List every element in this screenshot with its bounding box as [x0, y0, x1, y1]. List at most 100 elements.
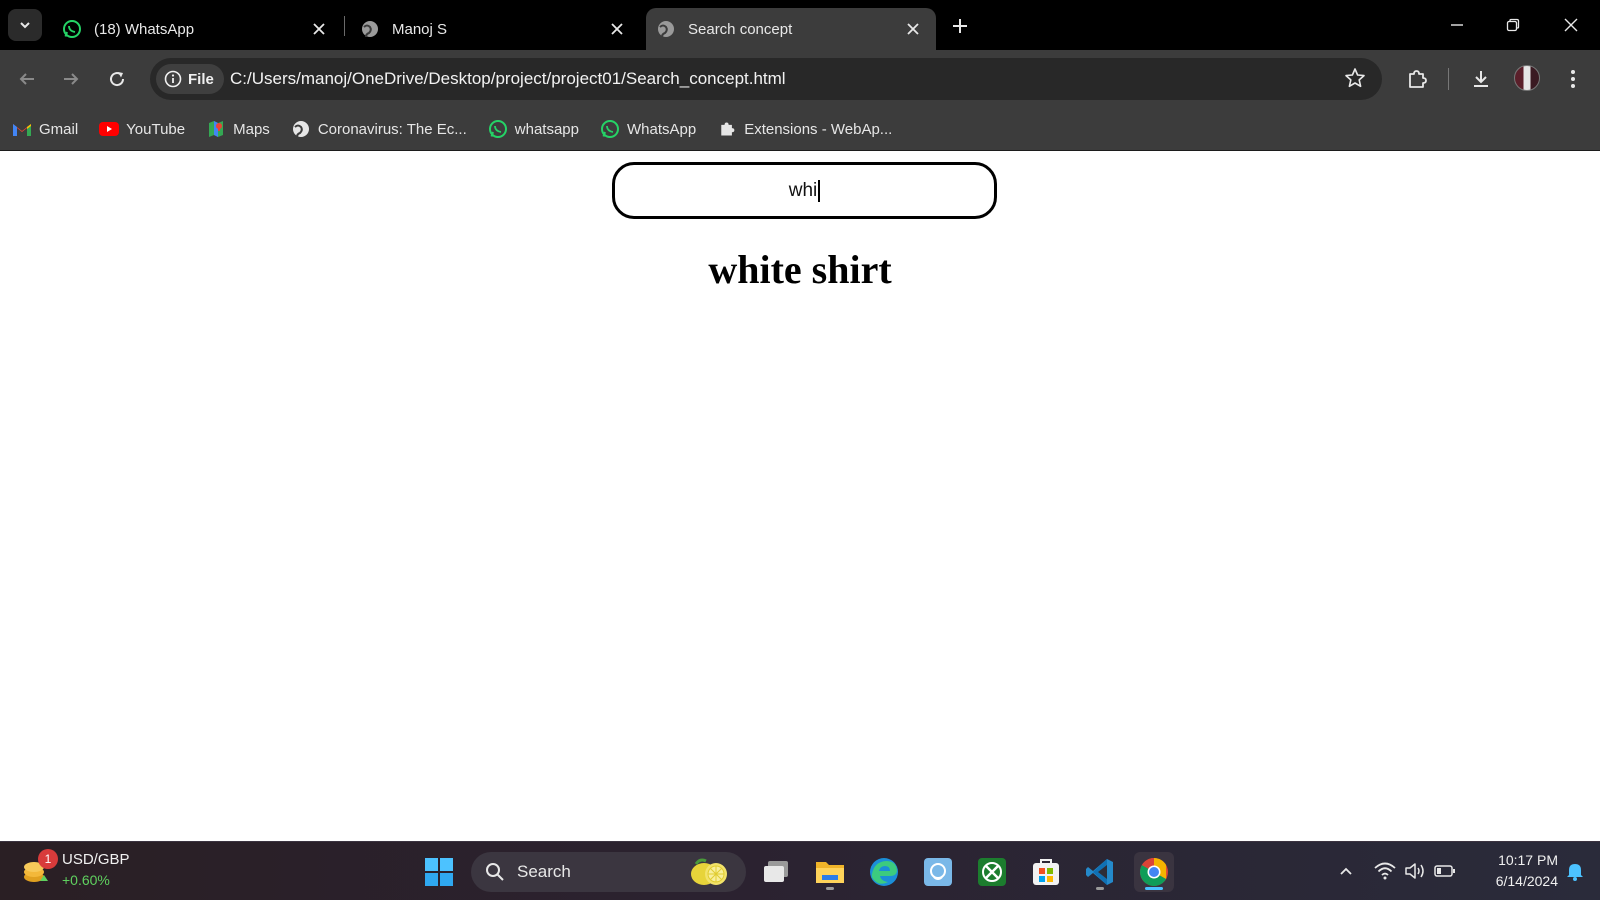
back-button[interactable]: [12, 64, 42, 94]
taskbar-edge[interactable]: [864, 852, 904, 892]
page-content: whi white shirt: [0, 152, 1600, 841]
search-input-value: whi: [788, 179, 818, 201]
close-icon[interactable]: [310, 20, 328, 38]
text-caret: [818, 179, 821, 202]
device-app-icon: [924, 858, 952, 886]
notifications-button[interactable]: [1562, 858, 1588, 884]
more-vertical-icon: [1571, 70, 1575, 88]
bookmark-maps[interactable]: Maps: [206, 119, 270, 139]
show-hidden-icons-button[interactable]: [1333, 858, 1359, 884]
vscode-icon: [1086, 859, 1113, 885]
youtube-icon: [99, 119, 120, 139]
close-icon[interactable]: [608, 20, 626, 38]
restore-button[interactable]: [1498, 10, 1528, 40]
reload-icon: [110, 72, 125, 87]
puzzle-icon: [1409, 70, 1427, 88]
taskbar-search[interactable]: Search: [471, 852, 746, 892]
tab-title: Search concept: [688, 20, 793, 38]
bookmark-coronavirus[interactable]: Coronavirus: The Ec...: [291, 119, 467, 139]
bookmark-whatsapp[interactable]: WhatsApp: [600, 119, 696, 139]
battery-icon: [1434, 865, 1455, 877]
browser-menu-button[interactable]: [1558, 64, 1588, 94]
extensions-button[interactable]: [1402, 64, 1432, 94]
system-clock[interactable]: 10:17 PM 6/14/2024: [1474, 850, 1558, 892]
new-tab-button[interactable]: [948, 14, 972, 38]
site-info-chip[interactable]: File: [156, 64, 224, 94]
currency-widget[interactable]: 1 USD/GBP +0.60%: [22, 849, 130, 890]
search-icon: [485, 862, 505, 882]
bookmark-label: whatsapp: [514, 120, 579, 138]
taskbar-chrome[interactable]: [1134, 852, 1174, 892]
forward-button[interactable]: [56, 64, 86, 94]
active-indicator: [1145, 887, 1163, 890]
puzzle-icon: [717, 119, 737, 139]
globe-icon: [656, 19, 676, 39]
bookmark-whatsapp-lower[interactable]: whatsapp: [488, 119, 579, 139]
bell-icon: [1567, 864, 1583, 881]
taskbar-file-explorer[interactable]: [810, 852, 850, 892]
coins-icon: 1: [22, 849, 58, 885]
clock-date: 6/14/2024: [1495, 873, 1558, 889]
chevron-down-icon: [20, 22, 30, 29]
bookmark-label: YouTube: [126, 120, 186, 138]
speaker-icon: [1405, 863, 1424, 879]
widget-change: +0.60%: [62, 872, 110, 888]
tab-whatsapp[interactable]: (18) WhatsApp: [52, 8, 342, 50]
window-close-button[interactable]: [1556, 10, 1586, 40]
notification-badge: 1: [38, 849, 58, 869]
taskbar-task-view[interactable]: [756, 852, 796, 892]
start-button[interactable]: [419, 852, 459, 892]
info-icon: [164, 70, 182, 88]
whatsapp-icon: [62, 19, 82, 39]
downloads-button[interactable]: [1466, 64, 1496, 94]
bookmark-label: Gmail: [39, 120, 79, 138]
bookmark-star-icon[interactable]: [1344, 67, 1366, 94]
bookmark-youtube[interactable]: YouTube: [99, 119, 185, 139]
widget-title: USD/GBP: [62, 851, 130, 868]
restore-icon: [1506, 18, 1520, 32]
taskbar-search-label: Search: [517, 862, 571, 881]
gmail-icon: [12, 119, 32, 139]
bookmark-label: Maps: [233, 120, 270, 138]
bookmarks-bar: Gmail YouTube Maps Coronavirus: The Ec..…: [0, 108, 1600, 151]
wifi-status[interactable]: [1372, 858, 1398, 884]
search-result: white shirt: [708, 247, 892, 292]
arrow-right-icon: [64, 73, 79, 85]
bookmark-gmail[interactable]: Gmail: [12, 119, 78, 139]
tab-manoj-s[interactable]: Manoj S: [350, 8, 640, 50]
tab-search-concept[interactable]: Search concept: [646, 8, 936, 50]
site-chip-label: File: [188, 70, 214, 88]
minimize-icon: [1451, 24, 1463, 26]
url-text[interactable]: C:/Users/manoj/OneDrive/Desktop/project/…: [230, 69, 786, 89]
tab-title: Manoj S: [392, 20, 448, 38]
tab-search-button[interactable]: [8, 9, 42, 41]
lemon-icon: [688, 856, 732, 893]
reload-button[interactable]: [102, 64, 132, 94]
address-bar[interactable]: File C:/Users/manoj/OneDrive/Desktop/pro…: [150, 58, 1382, 100]
battery-status[interactable]: [1432, 858, 1458, 884]
arrow-left-icon: [19, 73, 34, 85]
plus-icon: [953, 19, 967, 33]
toolbar-divider: [1448, 68, 1449, 90]
volume-status[interactable]: [1402, 858, 1428, 884]
tab-divider: [344, 16, 345, 36]
search-input[interactable]: whi: [612, 162, 997, 219]
tab-title: (18) WhatsApp: [94, 20, 195, 38]
close-icon[interactable]: [904, 20, 922, 38]
browser-toolbar: File C:/Users/manoj/OneDrive/Desktop/pro…: [0, 50, 1600, 108]
taskbar-app-blue[interactable]: [918, 852, 958, 892]
bookmark-label: WhatsApp: [626, 120, 697, 138]
taskbar-store[interactable]: [1026, 852, 1066, 892]
profile-avatar[interactable]: [1514, 65, 1540, 91]
wifi-icon: [1374, 862, 1396, 880]
taskbar-vscode[interactable]: [1080, 852, 1120, 892]
minimize-button[interactable]: [1442, 10, 1472, 40]
chrome-icon: [1140, 858, 1168, 886]
globe-icon: [291, 119, 311, 139]
store-icon: [1033, 859, 1059, 885]
taskbar-xbox[interactable]: [972, 852, 1012, 892]
globe-icon: [360, 19, 380, 39]
tab-strip: (18) WhatsApp Manoj S Search concept: [0, 0, 1600, 50]
bookmark-extensions[interactable]: Extensions - WebAp...: [717, 119, 892, 139]
windows-logo-icon: [425, 858, 453, 886]
